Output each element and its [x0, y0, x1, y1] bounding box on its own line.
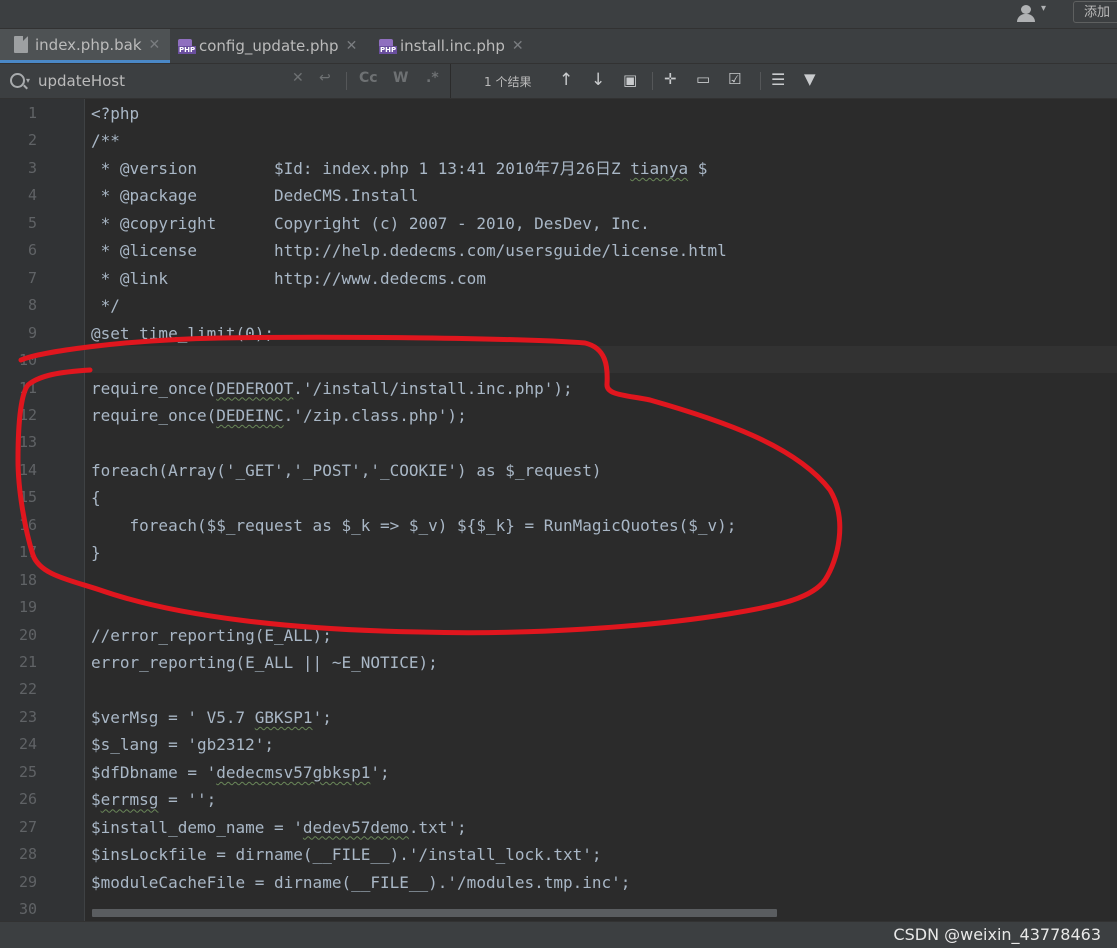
code-line[interactable]: * @version $Id: index.php 1 13:41 2010年7…: [91, 155, 708, 182]
line-number[interactable]: 9: [0, 320, 37, 347]
line-number[interactable]: 7: [0, 265, 37, 292]
line-number[interactable]: 20: [0, 622, 37, 649]
code-line[interactable]: * @package DedeCMS.Install: [91, 182, 419, 209]
line-number[interactable]: 22: [0, 676, 37, 703]
tab-index-php-bak[interactable]: index.php.bak ✕: [0, 29, 170, 63]
code-line[interactable]: /**: [91, 127, 120, 154]
code-editor[interactable]: 1 2 3 4 5 6 7 8 9 10 11 12 13 14 15 16 17 18 19 20 21 22 23 24 2…: [0, 99, 1117, 921]
regex-toggle[interactable]: .*: [426, 70, 439, 86]
code-line[interactable]: {: [91, 484, 101, 511]
line-number[interactable]: 27: [0, 814, 37, 841]
code-line[interactable]: $insLockfile = dirname(__FILE__).'/insta…: [91, 841, 602, 868]
php-file-icon: PHP: [379, 38, 398, 54]
code-line[interactable]: $errmsg = '';: [91, 786, 216, 813]
tab-label: install.inc.php: [400, 37, 505, 55]
arrow-up-icon[interactable]: ↑: [559, 70, 573, 90]
top-toolbar: ▾ 添加: [0, 0, 1117, 29]
code-line[interactable]: $s_lang = 'gb2312';: [91, 731, 274, 758]
chevron-down-icon: ▾: [1041, 3, 1047, 14]
match-case-toggle[interactable]: Cc: [359, 70, 378, 86]
line-number[interactable]: 8: [0, 292, 37, 319]
current-line-highlight: [0, 346, 1117, 373]
clear-search-icon[interactable]: ✕: [292, 70, 304, 86]
search-result-count: 1 个结果: [484, 75, 532, 89]
line-number[interactable]: 15: [0, 484, 37, 511]
user-icon: [1021, 5, 1031, 14]
line-number[interactable]: 24: [0, 731, 37, 758]
remove-occurrence-icon[interactable]: ▭: [696, 70, 710, 88]
line-number[interactable]: 25: [0, 759, 37, 786]
tab-label: config_update.php: [199, 37, 339, 55]
add-occurrence-icon[interactable]: ✛: [664, 70, 677, 88]
code-line[interactable]: require_once(DEDEROOT.'/install/install.…: [91, 375, 573, 402]
file-icon: [14, 36, 28, 53]
line-number[interactable]: 5: [0, 210, 37, 237]
user-menu-button[interactable]: ▾: [1017, 3, 1057, 23]
close-icon[interactable]: ✕: [149, 37, 161, 53]
code-line[interactable]: $dfDbname = 'dedecmsv57gbksp1';: [91, 759, 390, 786]
filter-options-icon[interactable]: ☰: [771, 70, 785, 89]
code-line[interactable]: require_once(DEDEINC.'/zip.class.php');: [91, 402, 467, 429]
line-number[interactable]: 30: [0, 896, 37, 921]
find-bar: ▾ ✕ ↩ Cc W .* 1 个结果 ↑ ↓ ▣ ✛ ▭ ☑ ☰ ▼: [0, 64, 1117, 99]
code-line[interactable]: foreach(Array('_GET','_POST','_COOKIE') …: [91, 457, 602, 484]
code-line[interactable]: error_reporting(E_ALL || ~E_NOTICE);: [91, 649, 438, 676]
line-number[interactable]: 21: [0, 649, 37, 676]
code-line[interactable]: * @copyright Copyright (c) 2007 - 2010, …: [91, 210, 650, 237]
watermark: CSDN @weixin_43778463: [893, 925, 1101, 944]
line-number[interactable]: 12: [0, 402, 37, 429]
code-line[interactable]: * @license http://help.dedecms.com/users…: [91, 237, 727, 264]
tab-config-update-php[interactable]: PHP config_update.php ✕: [178, 29, 368, 63]
code-line[interactable]: <?php: [91, 100, 139, 127]
line-number[interactable]: 16: [0, 512, 37, 539]
horizontal-scrollbar[interactable]: [92, 909, 777, 917]
select-all-occurrences-icon[interactable]: ☑: [728, 70, 741, 88]
line-number[interactable]: 1: [0, 100, 37, 127]
add-button[interactable]: 添加: [1073, 1, 1117, 23]
line-number[interactable]: 29: [0, 869, 37, 896]
line-number[interactable]: 2: [0, 127, 37, 154]
close-icon[interactable]: ✕: [512, 38, 524, 54]
line-number[interactable]: 11: [0, 375, 37, 402]
open-in-window-icon[interactable]: ▣: [623, 71, 637, 89]
code-line[interactable]: * @link http://www.dedecms.com: [91, 265, 486, 292]
code-line[interactable]: }: [91, 539, 101, 566]
code-line[interactable]: $install_demo_name = 'dedev57demo.txt';: [91, 814, 467, 841]
search-field: ▾ ✕ ↩ Cc W .*: [0, 64, 451, 98]
close-icon[interactable]: ✕: [346, 38, 358, 54]
search-input[interactable]: [38, 69, 278, 93]
arrow-down-icon[interactable]: ↓: [591, 70, 605, 90]
line-number[interactable]: 14: [0, 457, 37, 484]
filter-icon[interactable]: ▼: [804, 70, 816, 88]
line-number[interactable]: 23: [0, 704, 37, 731]
new-line-icon[interactable]: ↩: [319, 70, 331, 86]
search-icon[interactable]: [10, 73, 25, 88]
search-history-icon[interactable]: ▾: [26, 76, 30, 85]
code-line[interactable]: $moduleCacheFile = dirname(__FILE__).'/m…: [91, 869, 630, 896]
line-number[interactable]: 28: [0, 841, 37, 868]
whole-words-toggle[interactable]: W: [393, 70, 408, 86]
line-number[interactable]: 4: [0, 182, 37, 209]
tab-install-inc-php[interactable]: PHP install.inc.php ✕: [379, 29, 539, 63]
line-number[interactable]: 6: [0, 237, 37, 264]
php-file-icon: PHP: [178, 38, 197, 54]
line-number[interactable]: 26: [0, 786, 37, 813]
code-line[interactable]: foreach($$_request as $_k => $_v) ${$_k}…: [91, 512, 737, 539]
code-line[interactable]: */: [91, 292, 120, 319]
line-number[interactable]: 19: [0, 594, 37, 621]
line-number[interactable]: 17: [0, 539, 37, 566]
line-number[interactable]: 18: [0, 567, 37, 594]
status-bar: CSDN @weixin_43778463: [0, 921, 1117, 948]
tab-label: index.php.bak: [35, 35, 142, 54]
line-number[interactable]: 13: [0, 429, 37, 456]
line-number[interactable]: 10: [0, 347, 37, 374]
code-line[interactable]: //error_reporting(E_ALL);: [91, 622, 332, 649]
code-line[interactable]: @set_time_limit(0);: [91, 320, 274, 347]
code-line[interactable]: $verMsg = ' V5.7 GBKSP1';: [91, 704, 332, 731]
line-number[interactable]: 3: [0, 155, 37, 182]
editor-tab-bar: index.php.bak ✕ PHP config_update.php ✕ …: [0, 29, 1117, 64]
